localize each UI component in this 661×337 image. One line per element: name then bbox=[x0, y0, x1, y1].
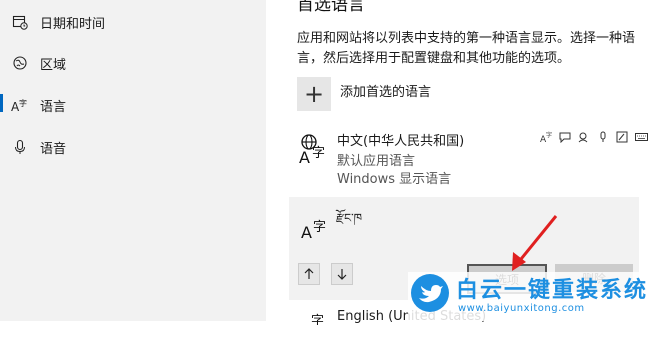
move-down-button[interactable] bbox=[331, 263, 353, 285]
language-icon: A字 bbox=[11, 96, 29, 114]
svg-text:字: 字 bbox=[19, 98, 27, 108]
selected-indicator bbox=[0, 94, 3, 112]
sidebar-item-label: 语音 bbox=[40, 142, 67, 157]
watermark: 白云一键重装系统 www.baiyunxitong.com bbox=[408, 272, 661, 321]
sidebar-item-language[interactable]: A字 语言 bbox=[0, 85, 266, 123]
sidebar-item-label: 语言 bbox=[40, 100, 67, 115]
svg-text:字: 字 bbox=[546, 131, 552, 139]
language-display-label: Windows 显示语言 bbox=[337, 172, 452, 187]
watermark-brand: 白云一键重装系统 bbox=[456, 278, 649, 303]
language-item-chinese[interactable]: A字 中文(中华人民共和国) 默认应用语言 Windows 显示语言 A字 bbox=[297, 130, 652, 188]
description-text: 应用和网站将以列表中支持的第一种语言显示。选择一种语言，然后选择用于配置键盘和其… bbox=[297, 31, 636, 66]
add-language-label: 添加首选的语言 bbox=[340, 85, 432, 100]
keyboard-icon bbox=[634, 130, 648, 144]
bird-logo-icon bbox=[411, 274, 449, 312]
handwriting-icon bbox=[596, 130, 610, 144]
language-glyph-icon: A字 bbox=[299, 132, 329, 167]
microphone-icon bbox=[11, 138, 29, 156]
language-glyph-icon: 字 bbox=[299, 305, 329, 337]
language-glyph-icon: A字 bbox=[299, 207, 329, 242]
voice-icon bbox=[577, 130, 591, 144]
speech-icon bbox=[558, 130, 572, 144]
watermark-url: www.baiyunxitong.com bbox=[458, 303, 585, 314]
language-name: རྫོང་ཁ bbox=[336, 211, 363, 225]
svg-text:字: 字 bbox=[313, 220, 326, 235]
svg-text:字: 字 bbox=[312, 146, 325, 161]
arrow-down-icon bbox=[337, 269, 347, 280]
sidebar-item-speech[interactable]: 语音 bbox=[0, 127, 266, 165]
language-name: 中文(中华人民共和国) bbox=[337, 134, 465, 149]
calendar-clock-icon bbox=[11, 13, 29, 31]
sidebar-item-date-time[interactable]: 日期和时间 bbox=[0, 2, 266, 40]
display-language-icon: A字 bbox=[539, 130, 553, 144]
sidebar: 日期和时间 区域 A字 语言 语音 bbox=[0, 0, 266, 321]
move-up-button[interactable] bbox=[298, 263, 320, 285]
page-title: 首选语言 bbox=[297, 0, 365, 15]
svg-text:字: 字 bbox=[311, 314, 324, 325]
svg-text:A: A bbox=[299, 148, 310, 164]
language-default-app-label: 默认应用语言 bbox=[337, 154, 416, 169]
sidebar-item-region[interactable]: 区域 bbox=[0, 43, 266, 81]
svg-text:A: A bbox=[301, 223, 312, 239]
plus-icon: + bbox=[297, 77, 331, 111]
arrow-up-icon bbox=[304, 268, 314, 279]
sidebar-item-label: 区域 bbox=[40, 58, 67, 73]
pen-icon bbox=[615, 130, 629, 144]
language-feature-icons: A字 bbox=[539, 130, 648, 144]
globe-region-icon bbox=[11, 54, 29, 72]
sidebar-item-label: 日期和时间 bbox=[40, 17, 106, 32]
add-language-button[interactable]: + 添加首选的语言 bbox=[297, 77, 497, 115]
